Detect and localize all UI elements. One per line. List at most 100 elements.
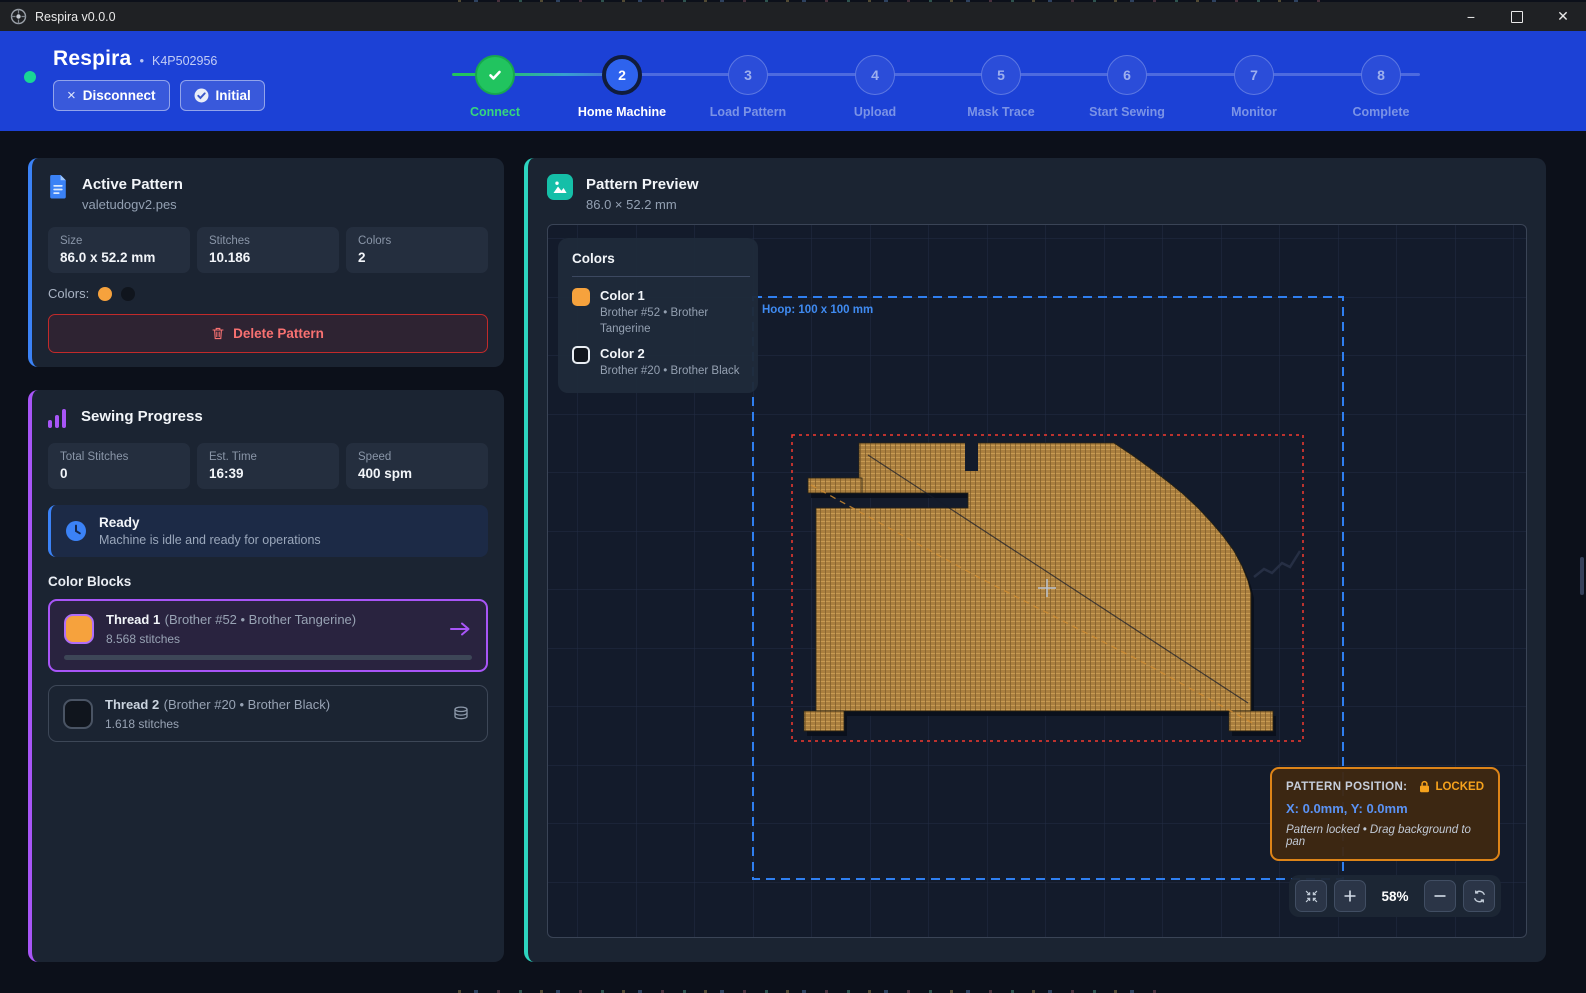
stat-speed-value: 400 spm — [358, 466, 476, 481]
main-content: Active Pattern valetudogv2.pes Size 86.0… — [0, 131, 1586, 993]
pattern-coordinates: X: 0.0mm, Y: 0.0mm — [1286, 801, 1484, 816]
brand-row: Respira • K4P502956 — [53, 47, 265, 71]
pattern-position-overlay: PATTERN POSITION: LOCKED X: 0.0mm, Y: 0.… — [1270, 767, 1500, 861]
locked-badge: LOCKED — [1435, 781, 1484, 793]
legend-color-2-name: Color 2 — [600, 346, 750, 361]
step-load-pattern-circle[interactable]: 3 — [728, 55, 768, 95]
stat-stitches-label: Stitches — [209, 235, 327, 247]
stat-size: Size 86.0 x 52.2 mm — [48, 227, 190, 273]
color-swatch-2 — [121, 287, 135, 301]
close-button[interactable]: ✕ — [1540, 2, 1586, 31]
layers-stack-icon — [452, 705, 470, 723]
thread-1-progress-track — [64, 655, 472, 660]
legend-swatch-1 — [572, 288, 590, 306]
hoop-label: Hoop: 100 x 100 mm — [762, 304, 873, 316]
fit-view-button[interactable] — [1295, 880, 1327, 912]
pattern-notch — [965, 441, 978, 471]
thread-2-block[interactable]: Thread 2 (Brother #20 • Brother Black) 1… — [48, 685, 488, 742]
workflow-stepper: Connect 2 Home Machine 3 Load Pattern 4 … — [450, 55, 1430, 131]
titlebar: Respira v0.0.0 − ✕ — [0, 2, 1586, 31]
disconnect-x-icon: × — [67, 87, 76, 104]
machine-status-box: Ready Machine is idle and ready for oper… — [48, 505, 488, 557]
delete-pattern-button[interactable]: Delete Pattern — [48, 314, 488, 353]
stat-est-time: Est. Time 16:39 — [197, 443, 339, 489]
color-swatch-1 — [98, 287, 112, 301]
pattern-filename: valetudogv2.pes — [82, 197, 183, 212]
sewing-progress-title: Sewing Progress — [81, 406, 203, 425]
maximize-icon — [1511, 11, 1523, 23]
zoom-level: 58% — [1373, 889, 1417, 904]
reset-view-button[interactable] — [1463, 880, 1495, 912]
thread-2-detail: (Brother #20 • Brother Black) — [164, 697, 330, 712]
stat-est-time-label: Est. Time — [209, 451, 327, 463]
thread-1-detail: (Brother #52 • Brother Tangerine) — [165, 612, 356, 627]
step-home-machine-circle[interactable]: 2 — [602, 55, 642, 95]
initial-button[interactable]: Initial — [180, 80, 265, 111]
machine-status-desc: Machine is idle and ready for operations — [99, 533, 321, 547]
stat-total-stitches-value: 0 — [60, 466, 178, 481]
stat-est-time-value: 16:39 — [209, 466, 327, 481]
thread-1-stitches: 8.568 stitches — [106, 632, 436, 646]
step-monitor-circle[interactable]: 7 — [1234, 55, 1274, 95]
zoom-in-button[interactable] — [1334, 880, 1366, 912]
machine-status-dot — [24, 71, 36, 83]
minimize-icon: − — [1467, 9, 1475, 25]
file-icon — [48, 174, 69, 199]
disconnect-label: Disconnect — [83, 88, 156, 103]
legend-divider — [572, 276, 750, 277]
pattern-canvas[interactable]: Hoop: 100 x 100 mm — [547, 224, 1527, 938]
stat-size-value: 86.0 x 52.2 mm — [60, 250, 178, 265]
stat-colors-value: 2 — [358, 250, 476, 265]
legend-entry-color-2: Color 2 Brother #20 • Brother Black — [572, 346, 750, 379]
window-scrollbar[interactable] — [1580, 557, 1584, 595]
clock-icon — [65, 520, 87, 542]
zoom-controls: 58% — [1289, 875, 1501, 917]
step-start-sewing-circle[interactable]: 6 — [1107, 55, 1147, 95]
stat-total-stitches: Total Stitches 0 — [48, 443, 190, 489]
initial-label: Initial — [216, 88, 251, 103]
stat-stitches: Stitches 10.186 — [197, 227, 339, 273]
step-mask-trace-circle[interactable]: 5 — [981, 55, 1021, 95]
brand-separator: • — [139, 53, 144, 68]
color-blocks-label: Color Blocks — [48, 574, 488, 589]
colors-row-label: Colors: — [48, 286, 89, 301]
zoom-out-button[interactable] — [1424, 880, 1456, 912]
step-upload-circle[interactable]: 4 — [855, 55, 895, 95]
pattern-preview-title: Pattern Preview — [586, 174, 699, 193]
stat-colors-label: Colors — [358, 235, 476, 247]
active-pattern-title: Active Pattern — [82, 174, 183, 193]
thread-2-stitches: 1.618 stitches — [105, 717, 437, 731]
check-circle-icon — [194, 88, 209, 103]
thread-1-name: Thread 1 — [106, 612, 160, 627]
image-icon — [547, 174, 573, 200]
thread-2-swatch — [63, 699, 93, 729]
disconnect-button[interactable]: × Disconnect — [53, 80, 170, 111]
minimize-button[interactable]: − — [1448, 2, 1494, 31]
legend-swatch-2 — [572, 346, 590, 364]
step-connect-circle[interactable] — [475, 55, 515, 95]
legend-color-1-detail: Brother #52 • Brother Tangerine — [600, 305, 750, 337]
legend-color-1-name: Color 1 — [600, 288, 750, 303]
legend-entry-color-1: Color 1 Brother #52 • Brother Tangerine — [572, 288, 750, 337]
step-complete-circle[interactable]: 8 — [1361, 55, 1401, 95]
legend-color-2-detail: Brother #20 • Brother Black — [600, 363, 750, 379]
delete-pattern-label: Delete Pattern — [233, 326, 324, 341]
thread-1-block[interactable]: Thread 1 (Brother #52 • Brother Tangerin… — [48, 599, 488, 672]
thread-1-swatch — [64, 614, 94, 644]
maximize-button[interactable] — [1494, 2, 1540, 31]
machine-status-title: Ready — [99, 515, 321, 530]
colors-legend-title: Colors — [572, 251, 750, 266]
arrow-right-icon[interactable] — [449, 621, 471, 637]
stat-size-label: Size — [60, 235, 178, 247]
check-icon — [486, 66, 504, 84]
minus-icon — [1433, 889, 1447, 903]
pattern-preview-card: Pattern Preview 86.0 × 52.2 mm — [524, 158, 1546, 962]
sewing-progress-card: Sewing Progress Total Stitches 0 Est. Ti… — [28, 390, 504, 962]
trash-icon — [212, 327, 224, 340]
stat-colors: Colors 2 — [346, 227, 488, 273]
fit-view-icon — [1304, 889, 1319, 904]
thread-2-name: Thread 2 — [105, 697, 159, 712]
app-window: Respira v0.0.0 − ✕ Respira • K4P502956 ×… — [0, 0, 1586, 993]
connection-block: Respira • K4P502956 × Disconnect Init — [24, 47, 265, 111]
close-icon: ✕ — [1557, 8, 1569, 25]
